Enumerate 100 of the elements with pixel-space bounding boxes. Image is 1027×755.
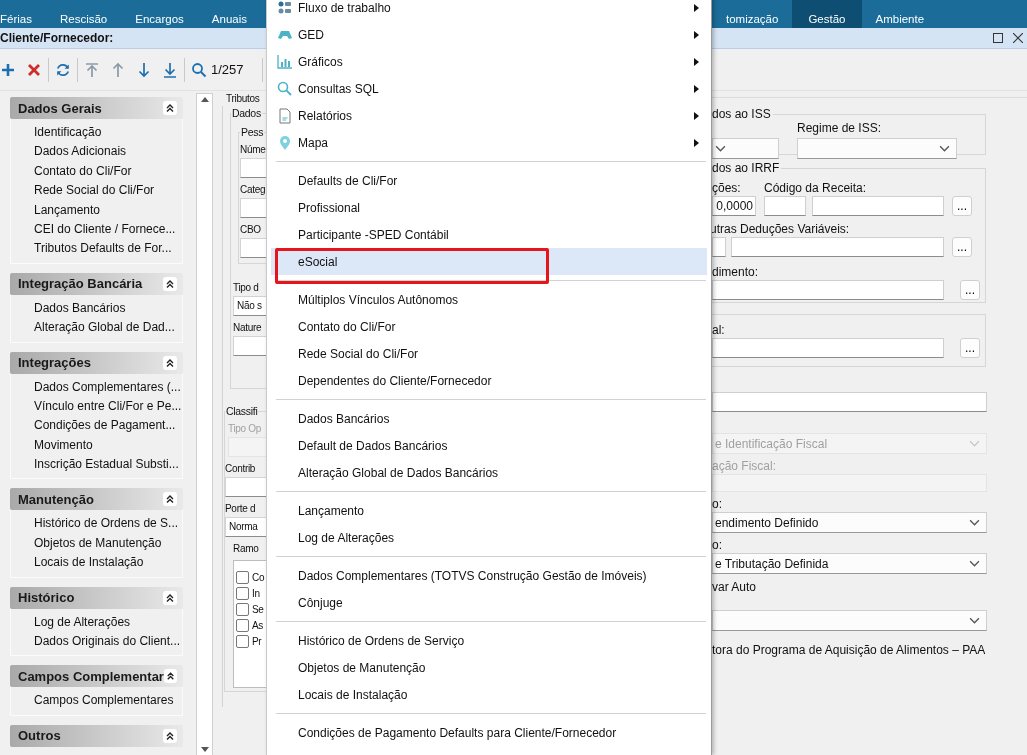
section-header[interactable]: Histórico [10,586,183,609]
menu-item[interactable]: Lançamento [271,497,707,524]
module-tab[interactable]: Encargos [121,12,198,28]
menu-item[interactable]: Relatórios [271,102,707,129]
arrow-up-icon[interactable] [110,61,126,78]
menu-item[interactable]: Objetos de Manutenção [271,654,707,681]
module-tab[interactable]: Rescisão [45,12,122,28]
dropdown[interactable] [797,138,957,159]
text-field[interactable] [712,474,987,492]
sidebar-item[interactable]: Vínculo entre Cli/For e Pe... [34,396,182,417]
collapse-icon[interactable] [163,590,177,605]
sidebar-item[interactable]: Dados Adicionais [34,142,182,162]
arrow-to-bottom-icon[interactable] [162,61,178,78]
sidebar-item[interactable]: Alteração Global de Dad... [34,318,182,338]
sidebar-item[interactable]: Tributos Defaults de For... [34,239,182,259]
text-field[interactable] [233,336,266,356]
menu-item[interactable]: Dados Bancários [271,405,707,432]
sidebar-item[interactable]: Objetos de Manutenção [34,533,182,554]
sidebar-item[interactable]: Condições de Pagament... [34,416,182,436]
menu-item[interactable]: Mapa [271,129,707,156]
sidebar-item[interactable]: CEI do Cliente / Fornece... [34,219,182,240]
text-field[interactable] [240,238,266,258]
menu-item[interactable]: Default de Dados Bancários [271,432,707,459]
lookup-button[interactable]: ... [960,280,980,300]
arrow-to-top-icon[interactable] [84,61,100,78]
sidebar-item[interactable]: Movimento [34,435,182,456]
module-tab[interactable]: Férias [0,12,46,28]
sidebar-item[interactable]: Histórico de Ordens de S... [34,514,182,534]
text-field[interactable] [225,477,266,497]
section-header[interactable]: Integrações [10,351,183,374]
menu-item[interactable]: Rede Social do Cli/For [271,340,707,367]
collapse-icon[interactable] [163,101,177,115]
dropdown[interactable]: Não s [233,296,266,316]
sidebar-item[interactable]: Dados Originais do Client... [34,632,182,652]
text-field[interactable] [764,196,806,216]
sidebar-item[interactable]: Identificação [34,123,182,143]
menu-item[interactable]: GED [271,21,707,48]
section-header[interactable]: Campos Complementar [10,665,183,688]
dropdown[interactable]: e Tributação Definida [712,553,987,574]
collapse-icon[interactable] [163,492,177,507]
section-header[interactable]: Integração Bancária [10,272,183,295]
checkbox[interactable] [236,570,249,584]
menu-item[interactable]: Contato do Cli/For [271,313,707,340]
collapse-icon[interactable] [163,355,177,370]
menu-item[interactable]: Dados Complementares (TOTVS Construção Gestão de Imóveis) [271,562,707,589]
checkbox[interactable] [236,602,249,616]
text-field[interactable] [240,198,266,218]
refresh-icon[interactable] [55,61,71,78]
section-header[interactable]: Dados Gerais [10,97,183,119]
search-icon[interactable] [191,61,207,78]
lookup-button[interactable]: ... [952,237,972,257]
lookup-button[interactable]: ... [952,196,972,216]
module-tab[interactable]: Gestão [792,0,862,28]
module-tab[interactable]: Ambiente [861,12,939,28]
checkbox[interactable] [236,618,249,632]
menu-item[interactable]: Consultas SQL [271,75,707,102]
maximize-icon[interactable] [993,33,1003,43]
sidebar-item[interactable]: Contato do Cli/For [34,161,182,182]
scrollbar[interactable] [196,93,213,755]
menu-item[interactable]: eSocial [271,248,707,275]
add-icon[interactable] [0,61,16,78]
section-header[interactable]: Outros [10,724,183,747]
checkbox[interactable] [236,586,249,600]
sidebar-item[interactable]: Lançamento [34,200,182,220]
text-field[interactable] [712,280,944,300]
sidebar-item[interactable]: Rede Social do Cli/For [34,181,182,201]
menu-item[interactable]: Locais de Instalação [271,681,707,708]
menu-item[interactable]: Condições de Pagamento Defaults para Cliente/Fornecedor [271,719,707,746]
menu-item[interactable]: Defaults de Cli/For [271,167,707,194]
menu-item[interactable]: Múltiplos Vínculos Autônomos [271,286,707,313]
arrow-down-icon[interactable] [136,61,152,78]
sidebar-item[interactable]: Dados Complementares (... [34,377,182,397]
menu-item[interactable]: Gráficos [271,48,707,75]
number-field[interactable]: 0,0000 [712,196,756,216]
menu-item[interactable]: Log de Alterações [271,524,707,551]
menu-item[interactable]: Dependentes do Cliente/Fornecedor [271,367,707,394]
text-field[interactable] [712,338,944,358]
close-icon[interactable] [1013,33,1023,43]
sidebar-item[interactable]: Dados Bancários [34,298,182,319]
x-icon[interactable] [26,61,42,78]
dropdown[interactable]: endimento Definido [712,512,987,533]
section-header[interactable]: Manutenção [10,488,183,511]
menu-item[interactable]: Fluxo de trabalho [271,0,707,21]
menu-item[interactable]: Profissional [271,194,707,221]
menu-item[interactable]: Cônjuge [271,589,707,616]
lookup-button[interactable]: ... [960,338,980,358]
scroll-up-icon[interactable] [200,97,209,102]
text-field[interactable] [812,196,944,216]
dropdown[interactable] [712,610,987,631]
menu-item[interactable]: Histórico de Ordens de Serviço [271,627,707,654]
sidebar-item[interactable]: Locais de Instalação [34,553,182,573]
menu-item[interactable]: Participante -SPED Contábil [271,221,707,248]
text-field[interactable] [731,237,944,257]
checkbox[interactable] [236,634,249,648]
collapse-icon[interactable] [163,669,177,684]
text-field[interactable] [240,158,266,178]
dropdown[interactable]: Norma [225,517,266,537]
tab-label[interactable]: Tributos [226,93,266,106]
text-field[interactable] [712,392,987,412]
module-tab[interactable]: Anuais [197,12,262,28]
